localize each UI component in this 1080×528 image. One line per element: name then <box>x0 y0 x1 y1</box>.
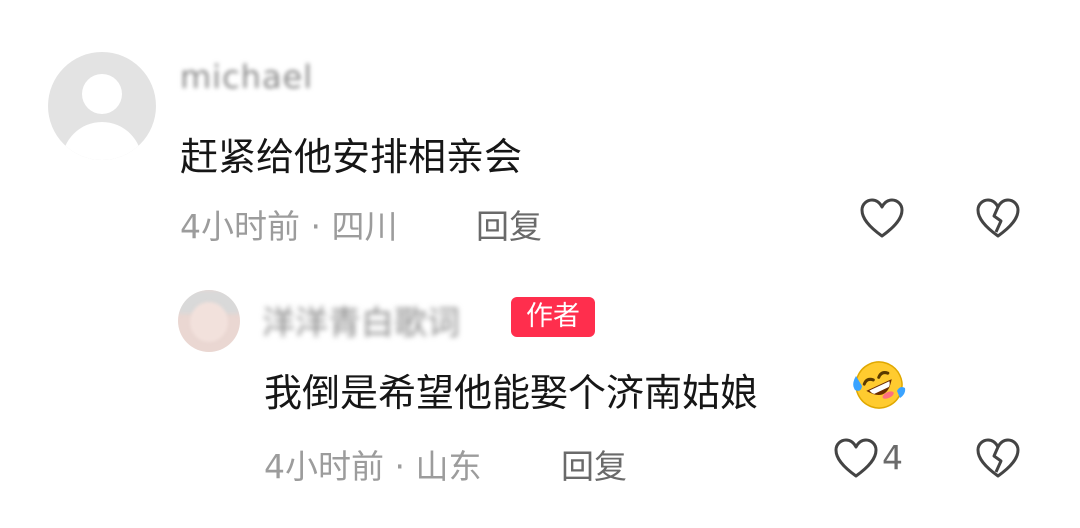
comment-location: 四川 <box>331 207 398 246</box>
comment-text: 赶紧给他安排相亲会 <box>180 135 523 179</box>
reply-username[interactable]: 洋洋青白歌词 <box>262 296 460 344</box>
meta-separator: · <box>310 207 322 246</box>
reply-meta: 4小时前 · 山东 <box>264 440 482 488</box>
avatar-head-shape <box>82 74 122 114</box>
meta-separator: · <box>394 447 406 486</box>
reply-button[interactable]: 回复 <box>476 200 542 248</box>
avatar-body-shape <box>62 122 142 160</box>
author-badge: 作者 <box>511 297 595 337</box>
reply-time: 4小时前 <box>264 447 384 486</box>
heart-icon[interactable] <box>833 438 879 480</box>
like-count: 4 <box>882 438 903 477</box>
comment-meta: 4小时前 · 四川 <box>180 200 398 248</box>
reply-text: 我倒是希望他能娶个济南姑娘 <box>264 371 759 415</box>
reply-avatar[interactable] <box>178 290 240 352</box>
avatar-face-shape <box>190 302 228 342</box>
comment-time: 4小时前 <box>180 207 300 246</box>
rofl-emoji <box>850 358 908 412</box>
reply-location: 山东 <box>415 447 482 486</box>
avatar[interactable] <box>48 52 156 160</box>
heart-icon[interactable] <box>859 198 905 240</box>
reply-button[interactable]: 回复 <box>561 440 627 488</box>
broken-heart-icon[interactable] <box>975 198 1021 240</box>
comment-username[interactable]: michael <box>180 58 313 96</box>
broken-heart-icon[interactable] <box>975 438 1021 480</box>
